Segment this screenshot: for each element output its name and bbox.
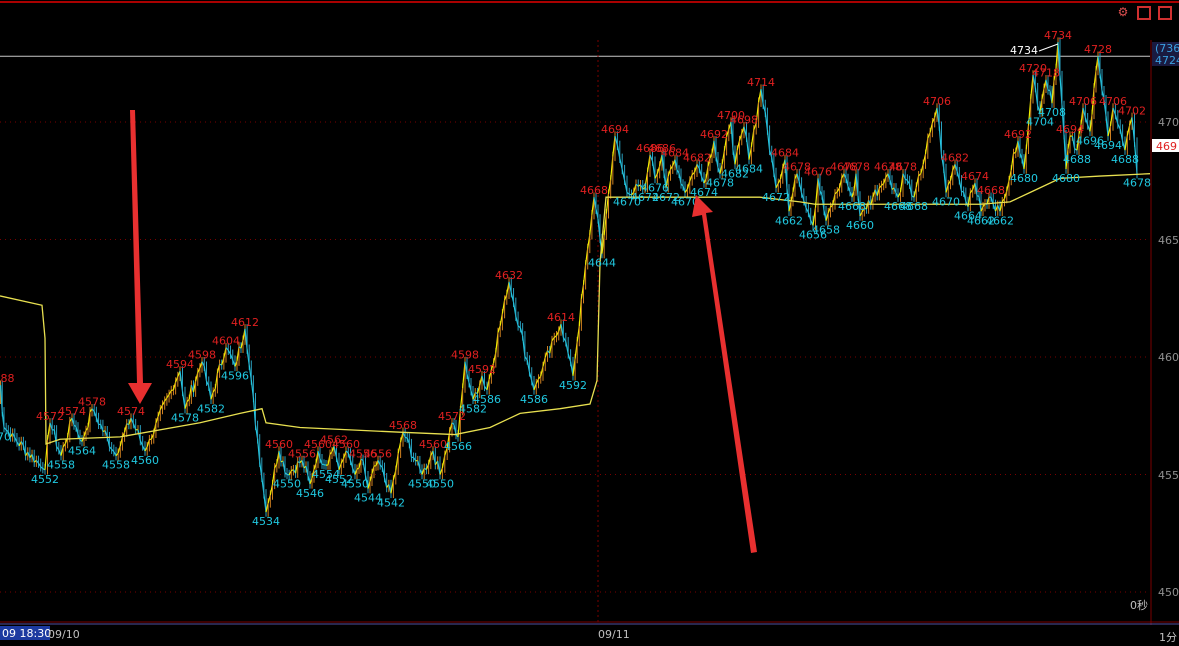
high-price-label: 4706 bbox=[923, 95, 951, 108]
low-price-label: 4550 bbox=[341, 478, 369, 491]
low-price-label: 4688 bbox=[1063, 153, 1091, 166]
minimize-icon[interactable] bbox=[1137, 6, 1151, 20]
low-price-label: 4592 bbox=[559, 379, 587, 392]
high-price-label: 4578 bbox=[78, 396, 106, 409]
low-price-label: 4552 bbox=[31, 473, 59, 486]
high-price-label: 4556 bbox=[364, 447, 392, 460]
high-price-label: 4684 bbox=[771, 147, 799, 160]
axis-tick-460: 460 bbox=[1158, 351, 1179, 364]
high-price-label: 4728 bbox=[1084, 43, 1112, 56]
low-price-label: 4668 bbox=[838, 200, 866, 213]
high-price-label: 4614 bbox=[547, 311, 575, 324]
low-price-label: 4688 bbox=[1111, 153, 1139, 166]
high-price-label: 4714 bbox=[747, 76, 775, 89]
low-price-label: 4582 bbox=[197, 402, 225, 415]
low-price-label: 4680 bbox=[1010, 172, 1038, 185]
high-price-label: 4682 bbox=[683, 151, 711, 164]
high-price-label: 4632 bbox=[495, 269, 523, 282]
high-price-label: 4588 bbox=[0, 372, 15, 385]
gear-icon[interactable]: ⚙ bbox=[1116, 5, 1130, 19]
high-price-label: 4698 bbox=[730, 114, 758, 127]
high-price-label: 4568 bbox=[389, 419, 417, 432]
high-price-label: 4702 bbox=[1118, 104, 1146, 117]
low-price-label: 4566 bbox=[444, 440, 472, 453]
high-price-label: 4682 bbox=[941, 151, 969, 164]
axis-tag-2-text: 4724 bbox=[1155, 54, 1179, 67]
chart-background bbox=[0, 0, 1179, 646]
date-label-0910: 09/10 bbox=[48, 628, 80, 641]
high-price-label: 4678 bbox=[889, 161, 917, 174]
callout-text: 4734 bbox=[1010, 44, 1038, 57]
high-price-label: 4598 bbox=[451, 349, 479, 362]
period-label[interactable]: 1分 bbox=[1159, 631, 1177, 644]
seconds-label: 0秒 bbox=[1130, 598, 1148, 612]
high-price-label: 4574 bbox=[117, 405, 145, 418]
low-price-label: 4670 bbox=[932, 196, 960, 209]
low-price-label: 4680 bbox=[1052, 172, 1080, 185]
high-price-label: 4692 bbox=[1004, 128, 1032, 141]
low-price-label: 4668 bbox=[900, 200, 928, 213]
high-price-label: 4694 bbox=[601, 123, 629, 136]
high-price-label: 4598 bbox=[188, 349, 216, 362]
high-price-label: 4668 bbox=[977, 184, 1005, 197]
close-icon[interactable] bbox=[1158, 6, 1172, 20]
high-price-label: 4668 bbox=[580, 184, 608, 197]
high-price-label: 4560 bbox=[419, 438, 447, 451]
high-price-label: 4674 bbox=[961, 170, 989, 183]
low-price-label: 4558 bbox=[47, 459, 75, 472]
axis-tick-465: 465 bbox=[1158, 234, 1179, 247]
low-price-label: 4560 bbox=[131, 454, 159, 467]
low-price-label: 4546 bbox=[296, 487, 324, 500]
axis-tick-470: 470 bbox=[1158, 116, 1179, 129]
low-price-label: 4534 bbox=[252, 515, 280, 528]
axis-tick-455: 455 bbox=[1158, 469, 1179, 482]
low-price-label: 4694 bbox=[1094, 139, 1122, 152]
low-price-label: 4644 bbox=[588, 257, 616, 270]
high-price-label: 4592 bbox=[468, 363, 496, 376]
low-price-label: 4578 bbox=[171, 412, 199, 425]
low-price-label: 4550 bbox=[426, 478, 454, 491]
high-price-label: 4692 bbox=[700, 128, 728, 141]
low-price-label: 4564 bbox=[68, 445, 96, 458]
low-price-label: 4684 bbox=[735, 163, 763, 176]
high-price-label: 4676 bbox=[804, 165, 832, 178]
high-price-label: 4734 bbox=[1044, 29, 1072, 42]
low-price-label: 4658 bbox=[812, 224, 840, 237]
current-price-text: 469 bbox=[1156, 140, 1177, 153]
time-box-text: 09 18:30 bbox=[2, 627, 51, 640]
high-price-label: 4604 bbox=[212, 335, 240, 348]
intraday-chart[interactable]: 4588245724574457845744594459846044612456… bbox=[0, 0, 1179, 646]
high-price-label: 4706 bbox=[1069, 95, 1097, 108]
axis-tick-450: 450 bbox=[1158, 586, 1179, 599]
low-price-label: 4558 bbox=[102, 459, 130, 472]
high-price-label: 4718 bbox=[1032, 67, 1060, 80]
low-price-label: 570 bbox=[0, 431, 11, 444]
low-price-label: 4542 bbox=[377, 496, 405, 509]
low-price-label: 4586 bbox=[473, 393, 501, 406]
low-price-label: 4678 bbox=[1123, 177, 1151, 190]
low-price-label: 4662 bbox=[986, 214, 1014, 227]
low-price-label: 4672 bbox=[762, 191, 790, 204]
high-price-label: 4612 bbox=[231, 316, 259, 329]
low-price-label: 4660 bbox=[846, 219, 874, 232]
high-price-label: 4678 bbox=[842, 161, 870, 174]
date-label-0911: 09/11 bbox=[598, 628, 630, 641]
low-price-label: 4708 bbox=[1038, 106, 1066, 119]
low-price-label: 4662 bbox=[775, 214, 803, 227]
low-price-label: 4596 bbox=[221, 369, 249, 382]
low-price-label: 4586 bbox=[520, 393, 548, 406]
